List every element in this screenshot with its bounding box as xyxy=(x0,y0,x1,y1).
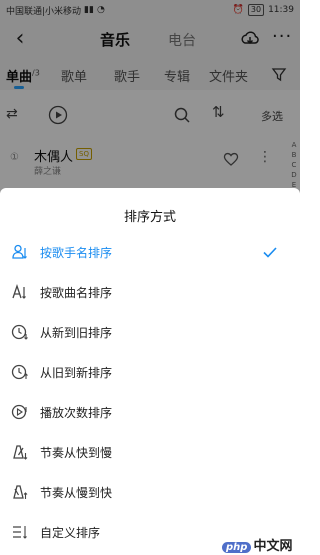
sort-option-label: 节奏从慢到快 xyxy=(40,486,113,500)
sheet-title: 排序方式 xyxy=(123,210,176,225)
play-count-icon xyxy=(11,404,27,420)
sort-option-label: 按歌手名排序 xyxy=(40,246,113,260)
clock-old-icon xyxy=(11,364,28,380)
sort-option-label: 从新到旧排序 xyxy=(40,326,113,340)
sort-option-play-count[interactable]: 播放次数排序 xyxy=(0,396,300,430)
sort-option-label: 自定义排序 xyxy=(40,526,101,540)
custom-list-icon xyxy=(13,526,27,539)
sort-bottom-sheet: 排序方式 按歌手名排序 按歌曲名排序 从新到旧排序 从旧到新排序 播放次数排序 … xyxy=(0,188,300,555)
sort-option-label: 节奏从快到慢 xyxy=(40,446,113,460)
watermark-site: 中文网 xyxy=(253,539,293,554)
sort-option-label: 按歌曲名排序 xyxy=(40,286,113,300)
sort-option-tempo-slow-fast[interactable]: 节奏从慢到快 xyxy=(0,476,300,510)
watermark-brand: php xyxy=(222,542,252,553)
sort-option-artist[interactable]: 按歌手名排序 xyxy=(0,236,300,270)
sort-option-tempo-fast-slow[interactable]: 节奏从快到慢 xyxy=(0,436,300,470)
sort-option-label: 从旧到新排序 xyxy=(40,366,113,380)
sort-option-old-to-new[interactable]: 从旧到新排序 xyxy=(0,356,300,390)
metronome-fast-icon xyxy=(13,445,28,460)
person-sort-icon xyxy=(12,244,27,259)
sort-option-label: 播放次数排序 xyxy=(40,406,113,420)
letter-sort-icon xyxy=(12,283,26,299)
clock-new-icon xyxy=(11,324,28,340)
metronome-slow-icon xyxy=(13,485,28,499)
sort-option-title[interactable]: 按歌曲名排序 xyxy=(0,276,300,310)
watermark-logo: php 中文网 xyxy=(222,535,292,554)
checkmark-icon xyxy=(263,247,277,258)
sort-option-new-to-old[interactable]: 从新到旧排序 xyxy=(0,316,300,350)
